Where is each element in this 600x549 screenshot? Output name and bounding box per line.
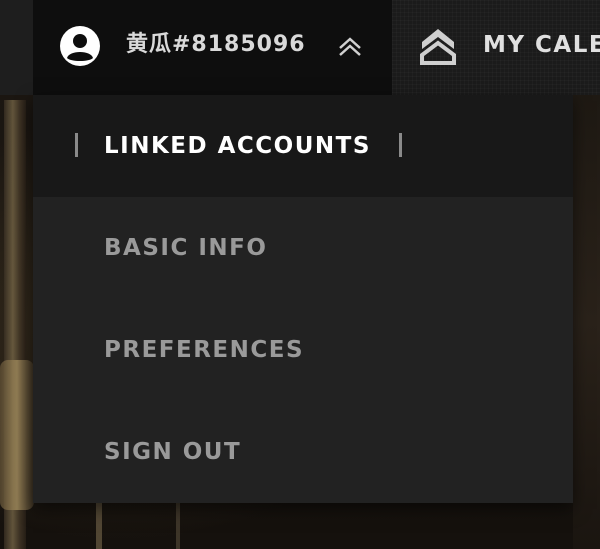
menu-item-sign-out[interactable]: SIGN OUT	[33, 401, 573, 503]
calendar-nav-link[interactable]: MY CALE	[392, 0, 600, 95]
background-object	[0, 360, 34, 510]
active-bracket-right	[399, 133, 402, 157]
background-edge	[573, 95, 600, 549]
menu-item-label: SIGN OUT	[104, 439, 242, 465]
background-rod	[176, 503, 180, 549]
topbar-spacer	[0, 0, 33, 95]
menu-item-label: PREFERENCES	[104, 337, 305, 363]
page: 黄瓜#8185096 MY CALE LINKED ACCOUNTS BASIC…	[0, 0, 600, 549]
menu-item-preferences[interactable]: PREFERENCES	[33, 299, 573, 401]
background-rod	[96, 503, 102, 549]
menu-item-linked-accounts[interactable]: LINKED ACCOUNTS	[33, 95, 573, 197]
rank-chevron-icon	[418, 26, 458, 66]
menu-item-label: LINKED ACCOUNTS	[104, 133, 371, 159]
user-avatar-icon	[59, 25, 101, 67]
account-dropdown-menu: LINKED ACCOUNTS BASIC INFO PREFERENCES S…	[33, 95, 573, 503]
top-navigation-bar: 黄瓜#8185096 MY CALE	[0, 0, 600, 95]
calendar-nav-label: MY CALE	[483, 32, 600, 58]
menu-item-label: BASIC INFO	[104, 235, 268, 261]
menu-item-basic-info[interactable]: BASIC INFO	[33, 197, 573, 299]
active-bracket-left	[75, 133, 78, 157]
chevron-up-icon	[337, 34, 363, 60]
username-label: 黄瓜#8185096	[126, 32, 306, 57]
user-menu-toggle[interactable]: 黄瓜#8185096	[33, 0, 392, 95]
